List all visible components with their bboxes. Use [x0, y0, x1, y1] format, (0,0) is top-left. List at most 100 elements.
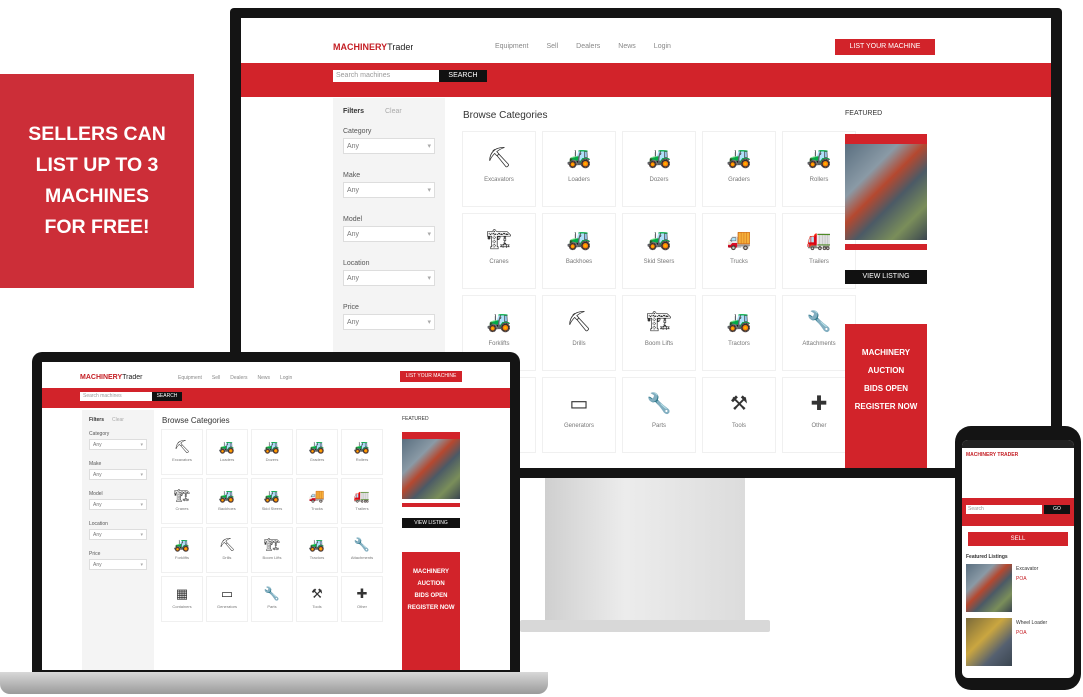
filter-select-category[interactable]: Any	[343, 138, 435, 154]
nav-item-dealers[interactable]: Dealers	[230, 375, 247, 381]
category-tile[interactable]: 🔧 Parts	[623, 378, 695, 452]
category-tile[interactable]: 🏗 Cranes	[463, 214, 535, 288]
filter-select-location[interactable]: Any	[343, 270, 435, 286]
nav-item-news[interactable]: News	[618, 43, 636, 50]
filter-clear-link[interactable]: Clear	[385, 108, 402, 115]
filter-select-price[interactable]: Any	[89, 559, 147, 570]
search-button[interactable]: SEARCH	[152, 392, 182, 401]
site-logo[interactable]: MACHINERYTrader	[80, 374, 143, 381]
category-tile[interactable]: ▭ Generators	[207, 577, 247, 621]
roller-icon: 🚜	[353, 439, 371, 454]
phone-listing-title-2[interactable]: Wheel Loader	[1016, 620, 1047, 626]
category-tile[interactable]: 🏗 Boom Lifts	[623, 296, 695, 370]
category-tile[interactable]: ⛏ Excavators	[463, 132, 535, 206]
filter-select-category[interactable]: Any	[89, 439, 147, 450]
category-tile[interactable]: 🔧 Parts	[252, 577, 292, 621]
nav-item-sell[interactable]: Sell	[546, 43, 558, 50]
ad-banner-strip	[845, 244, 927, 250]
nav-item-news[interactable]: News	[257, 375, 270, 381]
nav-item-login[interactable]: Login	[280, 375, 292, 381]
category-label: Loaders	[219, 457, 235, 462]
filter-select-make[interactable]: Any	[343, 182, 435, 198]
grader-icon: 🚜	[308, 439, 326, 454]
category-label: Tools	[312, 604, 322, 609]
category-tile[interactable]: 🚚 Trucks	[297, 479, 337, 523]
category-label: Parts	[651, 423, 666, 429]
category-tile[interactable]: ⛏ Excavators	[162, 430, 202, 474]
phone-sell-button[interactable]: SELL	[968, 532, 1068, 546]
category-tile[interactable]: 🚜 Dozers	[252, 430, 292, 474]
category-tile[interactable]: 🚜 Tractors	[297, 528, 337, 572]
search-button[interactable]: SEARCH	[439, 70, 487, 82]
category-tile[interactable]: 🏗 Cranes	[162, 479, 202, 523]
category-tile[interactable]: 🚜 Forklifts	[162, 528, 202, 572]
ad-view-button[interactable]: VIEW LISTING	[402, 518, 460, 528]
laptop: MACHINERYTrader Equipment Sell Dealers News L…	[32, 352, 520, 674]
phone-listing-price-2: POA	[1016, 630, 1027, 636]
category-tile[interactable]: 🚚 Trucks	[703, 214, 775, 288]
phone-search-button[interactable]: GO	[1044, 505, 1070, 514]
grader-icon: 🚜	[726, 147, 752, 169]
list-machine-button[interactable]: LIST YOUR MACHINE	[400, 371, 462, 382]
ad-machine-photo[interactable]	[845, 144, 927, 240]
filter-select-model[interactable]: Any	[343, 226, 435, 242]
ad-auction-banner[interactable]: MACHINERY AUCTION BIDS OPEN REGISTER NOW	[845, 324, 927, 468]
filter-select-model[interactable]: Any	[89, 499, 147, 510]
loader-icon: 🚜	[566, 147, 592, 169]
ad-auction-line: AUCTION	[867, 366, 905, 375]
nav-item-dealers[interactable]: Dealers	[576, 43, 600, 50]
phone-search-input[interactable]: Search	[966, 505, 1042, 514]
ad-view-button[interactable]: VIEW LISTING	[845, 270, 927, 284]
list-machine-button[interactable]: LIST YOUR MACHINE	[835, 39, 935, 55]
ad-banner-top[interactable]	[845, 134, 927, 144]
category-label: Other	[356, 604, 367, 609]
category-tile[interactable]: ▭ Generators	[543, 378, 615, 452]
category-tile[interactable]: 🚜 Loaders	[207, 430, 247, 474]
skid-steer-icon: 🚜	[646, 229, 672, 251]
phone-header[interactable]: MACHINERY TRADER	[966, 452, 1018, 458]
sidebar-title: FEATURED	[845, 110, 883, 117]
search-input[interactable]: Search machines	[333, 70, 439, 82]
category-tile[interactable]: ✚ Other	[342, 577, 382, 621]
category-tile[interactable]: ▦ Containers	[162, 577, 202, 621]
category-tile[interactable]: 🚜 Skid Steers	[623, 214, 695, 288]
nav-item-equipment[interactable]: Equipment	[495, 43, 528, 50]
nav-item-equipment[interactable]: Equipment	[178, 375, 202, 381]
phone-screen: MACHINERY TRADER Search GO SELL Featured…	[962, 440, 1074, 678]
category-tile[interactable]: ⚒ Tools	[703, 378, 775, 452]
category-tile[interactable]: 🚜 Graders	[703, 132, 775, 206]
site-logo[interactable]: MACHINERYTrader	[333, 42, 413, 52]
ad-banner-top[interactable]	[402, 432, 460, 439]
search-input[interactable]: Search machines	[80, 392, 152, 401]
nav-item-sell[interactable]: Sell	[212, 375, 220, 381]
category-tile[interactable]: 🚜 Backhoes	[543, 214, 615, 288]
category-tile[interactable]: 🚛 Trailers	[342, 479, 382, 523]
filter-select-make[interactable]: Any	[89, 469, 147, 480]
category-tile[interactable]: 🚜 Graders	[297, 430, 337, 474]
category-tile[interactable]: 🚜 Rollers	[342, 430, 382, 474]
category-tile[interactable]: 🚜 Backhoes	[207, 479, 247, 523]
ad-machine-photo[interactable]	[402, 439, 460, 499]
category-tile[interactable]: 🚜 Skid Steers	[252, 479, 292, 523]
phone-listing-image-2[interactable]	[966, 618, 1012, 666]
category-tile[interactable]: ⛏ Drills	[543, 296, 615, 370]
category-tile[interactable]: 🏗 Boom Lifts	[252, 528, 292, 572]
ad-auction-banner[interactable]: MACHINERY AUCTION BIDS OPEN REGISTER NOW	[402, 552, 460, 670]
category-label: Excavators	[484, 177, 514, 183]
filter-clear-link[interactable]: Clear	[112, 417, 124, 423]
category-label: Graders	[728, 177, 750, 183]
category-tile[interactable]: 🚜 Dozers	[623, 132, 695, 206]
category-tile[interactable]: 🚜 Tractors	[703, 296, 775, 370]
category-label: Drills	[222, 555, 232, 560]
category-label: Generators	[563, 423, 594, 429]
category-label: Trailers	[809, 259, 829, 265]
category-tile[interactable]: ⚒ Tools	[297, 577, 337, 621]
filter-select-price[interactable]: Any	[343, 314, 435, 330]
filter-select-location[interactable]: Any	[89, 529, 147, 540]
phone-listing-image[interactable]	[966, 564, 1012, 612]
category-tile[interactable]: ⛏ Drills	[207, 528, 247, 572]
category-tile[interactable]: 🚜 Loaders	[543, 132, 615, 206]
nav-item-login[interactable]: Login	[654, 43, 671, 50]
phone-listing-title[interactable]: Excavator	[1016, 566, 1038, 572]
category-tile[interactable]: 🔧 Attachments	[342, 528, 382, 572]
